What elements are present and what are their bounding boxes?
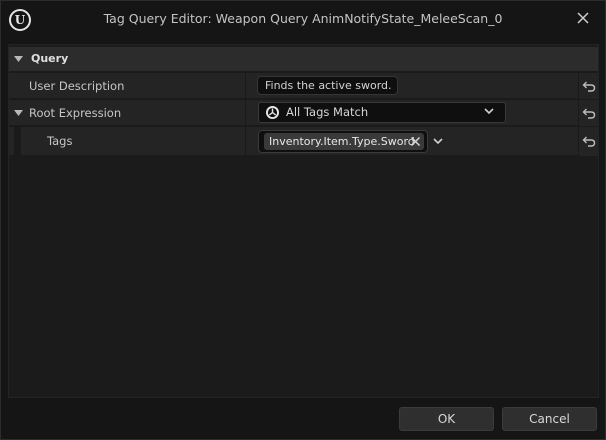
column-divider[interactable] xyxy=(245,73,246,99)
tag-name: Inventory.Item.Type.Sword xyxy=(269,135,415,148)
tag-chip[interactable]: Inventory.Item.Type.Sword xyxy=(264,133,424,150)
details-panel: Query User Description Finds the active … xyxy=(8,44,599,398)
tag-query-editor-window: U Tag Query Editor: Weapon Query AnimNot… xyxy=(0,0,606,440)
column-divider[interactable] xyxy=(245,100,246,126)
root-expression-dropdown[interactable]: All Tags Match xyxy=(258,102,506,123)
reset-to-default-icon[interactable] xyxy=(582,79,596,93)
category-query[interactable]: Query xyxy=(9,47,598,71)
reset-column xyxy=(578,100,598,126)
window-title: Tag Query Editor: Weapon Query AnimNotif… xyxy=(103,11,503,26)
title-bar: U Tag Query Editor: Weapon Query AnimNot… xyxy=(1,1,605,37)
root-expression-label: Root Expression xyxy=(29,106,122,120)
close-button[interactable] xyxy=(569,5,597,31)
reset-to-default-icon[interactable] xyxy=(582,134,596,148)
ok-button[interactable]: OK xyxy=(399,407,494,431)
category-label: Query xyxy=(31,52,69,65)
reset-column xyxy=(578,127,598,156)
indent-guide xyxy=(14,127,21,156)
column-divider[interactable] xyxy=(245,127,246,156)
expression-type-icon xyxy=(266,106,279,119)
reset-column xyxy=(578,73,598,99)
user-description-label: User Description xyxy=(29,79,125,93)
chevron-down-icon[interactable] xyxy=(433,138,443,145)
triangle-down-icon[interactable] xyxy=(14,110,23,116)
user-description-input[interactable]: Finds the active sword. xyxy=(257,76,398,95)
reset-to-default-icon[interactable] xyxy=(582,106,596,120)
chevron-down-icon xyxy=(484,108,494,115)
property-row-root-expression: Root Expression All Tags Match xyxy=(9,99,598,126)
property-row-user-description: User Description Finds the active sword. xyxy=(9,72,598,99)
tag-container[interactable]: Inventory.Item.Type.Sword xyxy=(258,130,428,153)
property-row-tags: Tags Inventory.Item.Type.Sword xyxy=(9,126,598,156)
cancel-button[interactable]: Cancel xyxy=(502,407,597,431)
triangle-down-icon[interactable] xyxy=(14,56,23,62)
tags-label: Tags xyxy=(47,134,73,148)
root-expression-value: All Tags Match xyxy=(286,105,369,119)
remove-tag-icon[interactable] xyxy=(410,136,421,147)
close-icon xyxy=(577,12,589,24)
